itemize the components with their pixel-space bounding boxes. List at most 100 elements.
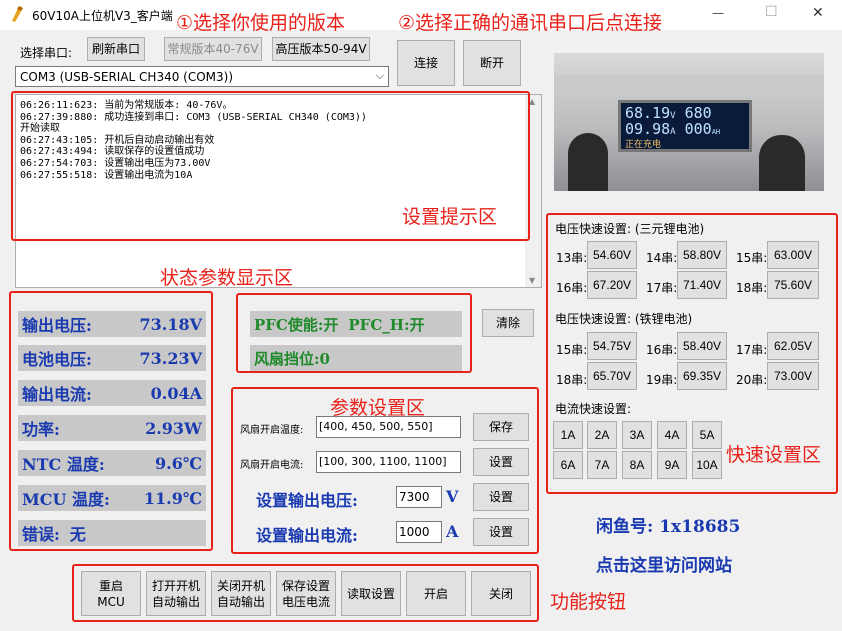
fan-current-input[interactable]: [100, 300, 1100, 1100] — [316, 451, 461, 473]
lfp-20-button[interactable]: 73.00V — [767, 362, 819, 390]
restart-mcu-button[interactable]: 重启 MCU — [81, 571, 141, 616]
device-cable-left — [568, 133, 608, 191]
current-6a-button[interactable]: 6A — [553, 451, 583, 479]
read-settings-button[interactable]: 读取设置 — [341, 571, 401, 616]
lfp-15-button[interactable]: 54.75V — [587, 332, 637, 360]
value: 9.6℃ — [154, 453, 202, 473]
lfp-18-button[interactable]: 65.70V — [587, 362, 637, 390]
ternary-label-17: 17串: — [646, 281, 678, 295]
current-3a-button[interactable]: 3A — [622, 421, 652, 449]
status-mcu-temp: MCU 温度: 11.9℃ — [18, 485, 206, 511]
screen-status: 正在充电 — [625, 140, 662, 150]
current-set-button[interactable]: 设置 — [473, 518, 529, 546]
ternary-label-16: 16串: — [556, 281, 588, 295]
screen-capacity-unit: AH — [711, 128, 721, 136]
lfp-17-button[interactable]: 62.05V — [767, 332, 819, 360]
turn-on-button[interactable]: 开启 — [406, 571, 466, 616]
pfc-h-status: PFC_H:开 — [348, 315, 425, 334]
annotation-step1: ①选择你使用的版本 — [176, 12, 346, 34]
current-5a-button[interactable]: 5A — [692, 421, 722, 449]
current-7a-button[interactable]: 7A — [587, 451, 617, 479]
annotation-function-area: 功能按钮 — [550, 591, 627, 613]
current-9a-button[interactable]: 9A — [657, 451, 687, 479]
value: 11.9℃ — [143, 488, 202, 508]
scroll-down-icon[interactable]: ▼ — [529, 276, 535, 285]
app-icon — [10, 6, 24, 22]
lfp-label-20: 20串: — [736, 373, 768, 387]
enable-auto-output-button[interactable]: 打开开机 自动输出 — [146, 571, 206, 616]
disable-auto-output-button[interactable]: 关闭开机 自动输出 — [211, 571, 271, 616]
current-4a-button[interactable]: 4A — [657, 421, 687, 449]
screen-current: 09.98 — [625, 120, 671, 138]
status-error: 错误: 无 — [18, 520, 206, 546]
current-10a-button[interactable]: 10A — [692, 451, 722, 479]
ternary-label-15: 15串: — [736, 251, 768, 265]
status-output-current: 输出电流: 0.04A — [18, 380, 206, 406]
minimize-icon[interactable]: — — [712, 6, 724, 20]
fan-temp-input[interactable]: [400, 450, 500, 550] — [316, 416, 461, 438]
normal-version-button[interactable]: 常规版本40-76V — [164, 37, 262, 61]
lfp-title: 电压快速设置: (铁锂电池) — [555, 312, 693, 326]
current-2a-button[interactable]: 2A — [587, 421, 617, 449]
lfp-label-16: 16串: — [646, 343, 678, 357]
value: 0.04A — [150, 383, 202, 403]
port-select[interactable]: COM3 (USB-SERIAL CH340 (COM3)) ⌵ — [15, 66, 389, 87]
lfp-label-19: 19串: — [646, 373, 678, 387]
lfp-label-17: 17串: — [736, 343, 768, 357]
current-1a-button[interactable]: 1A — [553, 421, 583, 449]
label: NTC 温度: — [22, 455, 105, 474]
label: 功率: — [22, 420, 60, 439]
fan-level-status: 风扇挡位:0 — [254, 349, 330, 368]
status-output-voltage: 输出电压: 73.18V — [18, 311, 206, 337]
current-8a-button[interactable]: 8A — [622, 451, 652, 479]
website-link[interactable]: 点击这里访问网站 — [596, 551, 732, 576]
screen-current-unit: A — [670, 127, 676, 137]
label: 输出电流: — [22, 385, 92, 404]
maximize-icon[interactable]: ☐ — [765, 4, 778, 20]
voltage-input[interactable]: 7300 — [396, 486, 442, 508]
disconnect-button[interactable]: 断开 — [463, 40, 521, 86]
annotation-quick-area: 快速设置区 — [726, 444, 822, 466]
value: 2.93W — [145, 418, 202, 438]
voltage-unit: V — [446, 487, 459, 506]
close-icon[interactable]: ✕ — [812, 5, 824, 21]
value: 73.23V — [139, 348, 202, 368]
label: 电池电压: — [22, 350, 92, 369]
current-quick-title: 电流快速设置: — [555, 402, 632, 416]
lfp-19-button[interactable]: 69.35V — [677, 362, 727, 390]
screen-capacity: 000 — [684, 120, 712, 138]
ternary-label-14: 14串: — [646, 251, 678, 265]
annotation-log-area: 设置提示区 — [402, 206, 498, 228]
ternary-14-button[interactable]: 58.80V — [677, 241, 727, 269]
turn-off-button[interactable]: 关闭 — [471, 571, 531, 616]
screen-voltage-unit: V — [670, 111, 676, 121]
save-voltage-current-button[interactable]: 保存设置 电压电流 — [276, 571, 336, 616]
ternary-label-13: 13串: — [556, 251, 588, 265]
xianyu-id: 闲鱼号: 1x18685 — [596, 517, 741, 537]
annotation-step2: ②选择正确的通讯串口后点连接 — [398, 12, 663, 34]
pfc-enable-row: PFC使能:开 PFC_H:开 — [250, 311, 462, 337]
ternary-title: 电压快速设置: (三元锂电池) — [555, 222, 705, 236]
refresh-port-button[interactable]: 刷新串口 — [87, 37, 145, 61]
ternary-16-button[interactable]: 67.20V — [587, 271, 637, 299]
label: 输出电压: — [22, 316, 92, 335]
clear-button[interactable]: 清除 — [482, 309, 534, 337]
chevron-down-icon: ⌵ — [375, 69, 384, 82]
ternary-label-18: 18串: — [736, 281, 768, 295]
fan-current-set-button[interactable]: 设置 — [473, 448, 529, 476]
ternary-13-button[interactable]: 54.60V — [587, 241, 637, 269]
connect-button[interactable]: 连接 — [397, 40, 455, 86]
high-version-button[interactable]: 高压版本50-94V — [272, 37, 370, 61]
lfp-16-button[interactable]: 58.40V — [677, 332, 727, 360]
device-photo: 68.19V 680 09.98A 000AH 正在充电 — [554, 53, 824, 191]
current-unit: A — [446, 522, 459, 541]
voltage-set-button[interactable]: 设置 — [473, 483, 529, 511]
fan-temp-save-button[interactable]: 保存 — [473, 413, 529, 441]
ternary-17-button[interactable]: 71.40V — [677, 271, 727, 299]
lfp-label-18: 18串: — [556, 373, 588, 387]
serial-label: 选择串口: — [20, 46, 73, 60]
ternary-15-button[interactable]: 63.00V — [767, 241, 819, 269]
label: MCU 温度: — [22, 490, 110, 509]
current-input[interactable]: 1000 — [396, 521, 442, 543]
ternary-18-button[interactable]: 75.60V — [767, 271, 819, 299]
